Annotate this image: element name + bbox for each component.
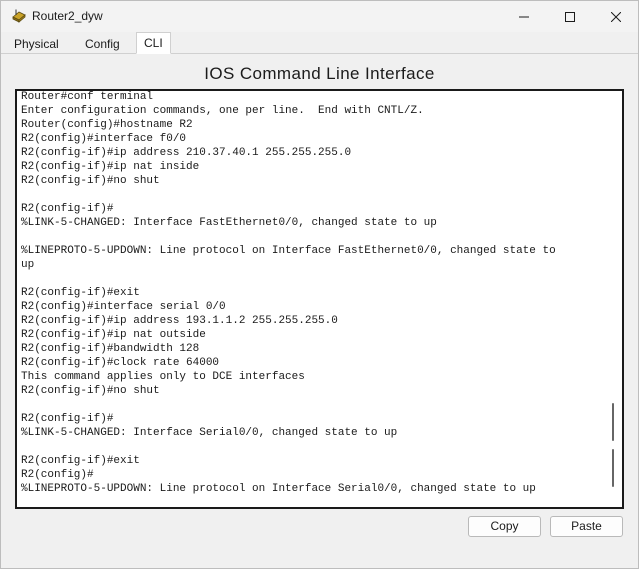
console-line: R2(config)#interface serial 0/0 xyxy=(21,301,226,313)
minimize-icon xyxy=(519,16,529,17)
console-line: R2(config-if)#exit xyxy=(21,287,140,299)
console-line: Router#conf terminal xyxy=(21,91,154,103)
router-icon xyxy=(11,8,27,24)
console-line: R2(config-if)#ip nat inside xyxy=(21,161,200,173)
console-line: up xyxy=(21,259,35,271)
console-line: R2(config-if)#no shut xyxy=(21,175,160,187)
copy-button[interactable]: Copy xyxy=(468,516,541,537)
console-line: R2(config-if)#ip address 210.37.40.1 255… xyxy=(21,147,352,159)
console-line: R2(config-if)#clock rate 64000 xyxy=(21,357,220,369)
close-icon xyxy=(611,11,621,22)
console-line: R2(config-if)#exit xyxy=(21,455,140,467)
console-line: This command applies only to DCE interfa… xyxy=(21,371,305,383)
cli-panel: IOS Command Line Interface Router#conf t… xyxy=(1,54,638,568)
console-output: Router#conf terminal Enter configuration … xyxy=(21,91,601,496)
tab-bar: Physical Config CLI xyxy=(1,32,638,54)
paste-button[interactable]: Paste xyxy=(550,516,623,537)
cli-console[interactable]: Router#conf terminal Enter configuration … xyxy=(15,89,624,509)
router-window: Router2_dyw Physical Config CLI IOS Comm… xyxy=(0,0,639,569)
scrollbar-thumb[interactable] xyxy=(612,403,614,441)
tab-physical[interactable]: Physical xyxy=(6,34,67,54)
close-button[interactable] xyxy=(593,1,639,32)
window-title: Router2_dyw xyxy=(32,9,103,23)
console-line: R2(config-if)#no shut xyxy=(21,385,160,397)
console-line: %LINEPROTO-5-UPDOWN: Line protocol on In… xyxy=(21,245,556,257)
maximize-icon xyxy=(565,11,575,22)
console-line: R2(config-if)#ip address 193.1.1.2 255.2… xyxy=(21,315,338,327)
console-line: R2(config)# xyxy=(21,469,94,481)
tab-config[interactable]: Config xyxy=(77,34,128,54)
console-line: R2(config-if)#bandwidth 128 xyxy=(21,343,200,355)
scrollbar-track-marker xyxy=(612,449,614,487)
console-line: R2(config-if)# xyxy=(21,203,114,215)
console-line: R2(config-if)# xyxy=(21,413,114,425)
console-line: %LINK-5-CHANGED: Interface FastEthernet0… xyxy=(21,217,437,229)
page-title: IOS Command Line Interface xyxy=(204,64,435,83)
console-line: R2(config-if)#ip nat outside xyxy=(21,329,206,341)
console-line: %LINK-5-CHANGED: Interface Serial0/0, ch… xyxy=(21,427,398,439)
tab-cli[interactable]: CLI xyxy=(136,32,171,54)
console-line: Enter configuration commands, one per li… xyxy=(21,105,424,117)
minimize-button[interactable] xyxy=(501,1,547,32)
console-line: R2(config)#interface f0/0 xyxy=(21,133,187,145)
console-line: Router(config)#hostname R2 xyxy=(21,119,193,131)
maximize-button[interactable] xyxy=(547,1,593,32)
title-bar: Router2_dyw xyxy=(1,1,638,32)
console-line: %LINEPROTO-5-UPDOWN: Line protocol on In… xyxy=(21,483,536,495)
